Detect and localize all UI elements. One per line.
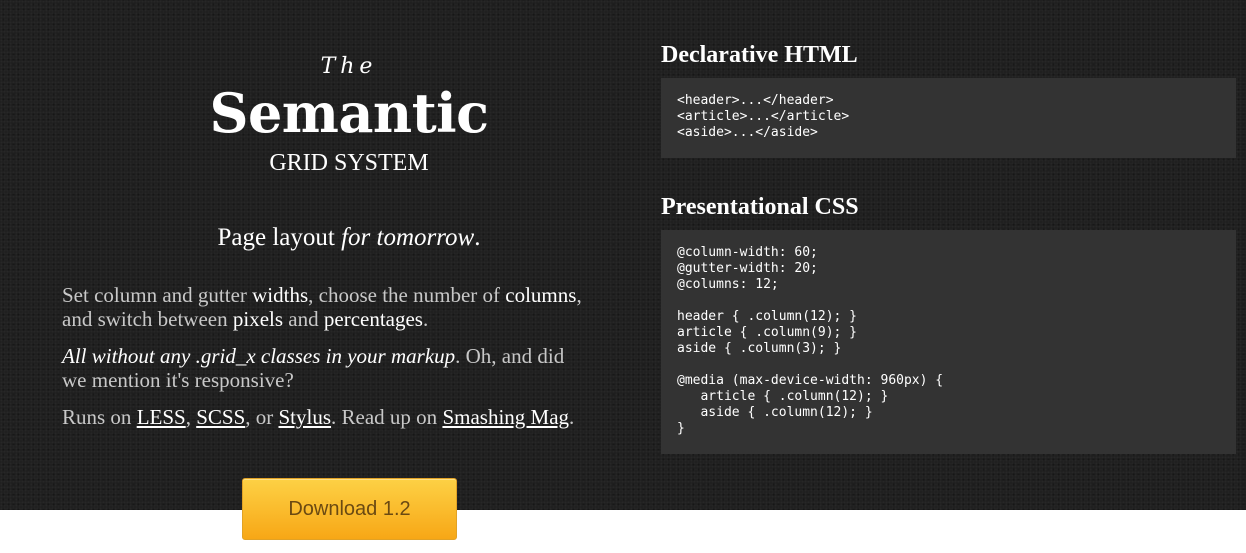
text: , (576, 283, 582, 307)
text: . (422, 307, 429, 331)
logo-semantic: Semantic (209, 81, 489, 145)
text: . (569, 405, 575, 429)
smashing-mag-link[interactable]: Smashing Mag (442, 405, 569, 429)
text: and (283, 307, 324, 331)
presentational-css-title: Presentational CSS (661, 194, 859, 220)
text: and switch between (62, 307, 233, 331)
text: , or (245, 405, 279, 429)
description-paragraph-2: All without any .grid_x classes in your … (62, 344, 642, 392)
hero-section: The Semantic GRID SYSTEM Page layout for… (0, 0, 1246, 510)
download-button[interactable]: Download 1.2 (242, 478, 457, 540)
tagline-italic: for tomorrow (341, 224, 475, 251)
page: The Semantic GRID SYSTEM Page layout for… (0, 0, 1246, 553)
text: Runs on (62, 405, 137, 429)
logo-the: The (320, 54, 378, 79)
highlight-percentages: percentages (323, 307, 423, 331)
text: . Read up on (331, 405, 443, 429)
scss-link[interactable]: SCSS (196, 405, 245, 429)
less-link[interactable]: LESS (137, 405, 186, 429)
tagline: Page layout for tomorrow. (60, 222, 638, 254)
tagline-end: . (474, 224, 481, 251)
text: . Oh, and did (455, 344, 565, 368)
stylus-link[interactable]: Stylus (279, 405, 332, 429)
highlight-widths: widths (252, 283, 309, 307)
presentational-css-code: @column-width: 60; @gutter-width: 20; @c… (661, 230, 1236, 454)
description-paragraph-1: Set column and gutter widths, choose the… (62, 283, 642, 331)
highlight-no-grid-classes: All without any .grid_x classes in your … (62, 344, 456, 368)
highlight-pixels: pixels (232, 307, 284, 331)
text: , (185, 405, 197, 429)
highlight-columns: columns (505, 283, 577, 307)
text: , choose the number of (308, 283, 506, 307)
declarative-html-title: Declarative HTML (661, 42, 858, 68)
text: Set column and gutter (62, 283, 253, 307)
text: we mention it's responsive? (62, 368, 294, 392)
tagline-plain: Page layout (217, 224, 342, 251)
description-paragraph-3: Runs on LESS, SCSS, or Stylus. Read up o… (62, 405, 642, 429)
declarative-html-code: <header>...</header> <article>...</artic… (661, 78, 1236, 158)
logo-grid-system: GRID SYSTEM (269, 150, 429, 176)
